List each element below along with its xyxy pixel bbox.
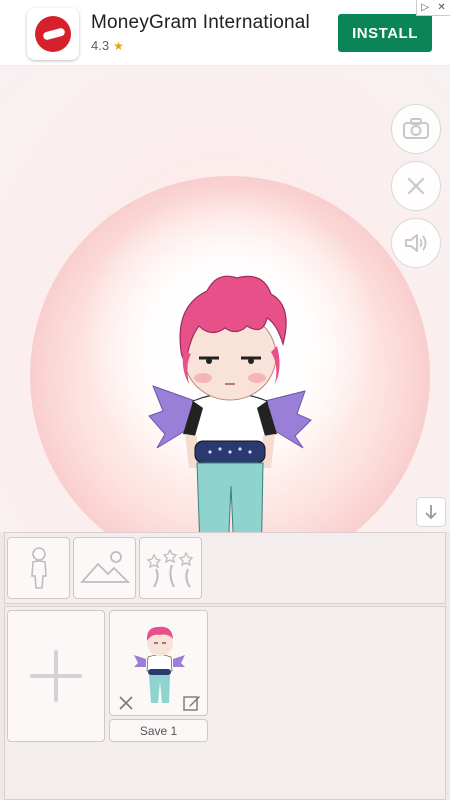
add-save-button[interactable]	[7, 610, 105, 742]
save-slot-thumbnail[interactable]	[109, 610, 208, 716]
close-button[interactable]	[391, 161, 441, 211]
shirt	[189, 392, 271, 449]
play-triangle-icon: ▷	[421, 2, 429, 13]
background-icon	[79, 551, 130, 583]
edit-icon	[183, 696, 200, 711]
plus-icon	[30, 650, 82, 702]
ad-choices-icon[interactable]: ▷ ✕	[416, 0, 450, 16]
sound-button[interactable]	[391, 218, 441, 268]
tab-background[interactable]	[73, 537, 136, 599]
camera-icon	[403, 118, 429, 139]
tab-body[interactable]	[7, 537, 70, 599]
close-icon	[119, 696, 133, 710]
ad-rating-value: 4.3	[91, 38, 110, 53]
arrow-down-icon	[425, 505, 437, 520]
speaker-icon	[405, 234, 427, 252]
star-icon: ★	[113, 39, 124, 53]
save-slots: Save 1	[4, 606, 446, 800]
camera-button[interactable]	[391, 104, 441, 154]
install-button[interactable]: INSTALL	[338, 14, 432, 52]
edit-save-button[interactable]	[182, 693, 202, 713]
ad-rating: 4.3 ★	[91, 38, 124, 53]
close-icon	[407, 177, 425, 195]
character-avatar[interactable]	[145, 186, 315, 532]
save-slot-label[interactable]: Save 1	[109, 719, 208, 742]
effects-icon	[146, 548, 193, 588]
collapse-panel-button[interactable]	[416, 497, 446, 527]
ad-banner[interactable]: MoneyGram International 4.3 ★ INSTALL ▷ ✕	[0, 0, 450, 66]
moneygram-logo-icon	[35, 16, 71, 52]
bottom-panel: Save 1	[0, 532, 450, 800]
body-icon	[30, 547, 47, 589]
pants	[196, 462, 264, 532]
character-stage	[0, 66, 450, 532]
tab-effects[interactable]	[139, 537, 202, 599]
app-logo[interactable]	[27, 8, 79, 60]
ad-app-name[interactable]: MoneyGram International	[91, 12, 310, 34]
delete-save-button[interactable]	[116, 693, 136, 713]
category-tabbar	[4, 532, 446, 604]
close-icon: ✕	[437, 2, 446, 13]
